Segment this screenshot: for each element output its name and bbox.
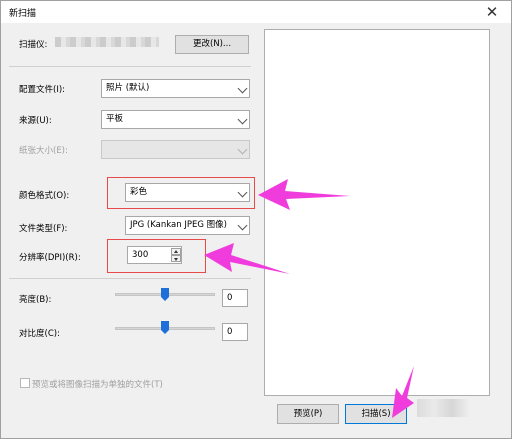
annotation-arrow-resolution <box>204 243 290 274</box>
annotation-arrow-color-format <box>258 179 350 210</box>
annotation-arrows <box>204 179 414 418</box>
annotation-arrow-scan <box>392 366 414 418</box>
